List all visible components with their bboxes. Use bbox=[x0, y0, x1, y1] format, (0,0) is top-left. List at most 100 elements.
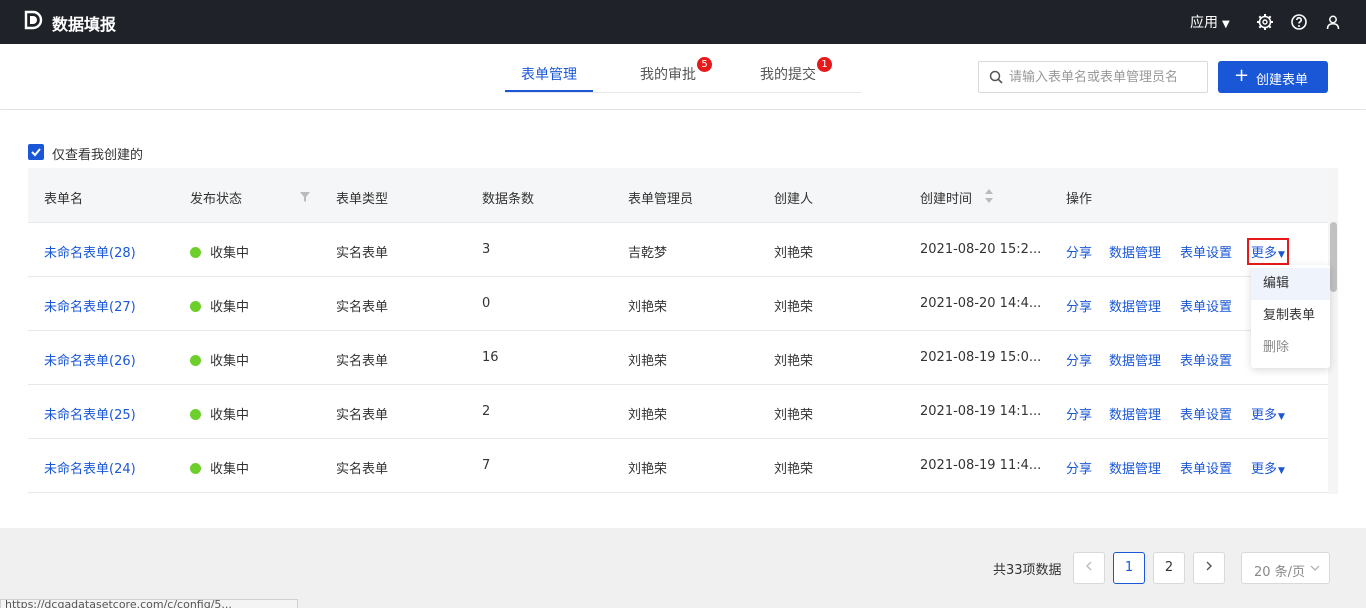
page-size-select[interactable]: 20 条/页 bbox=[1241, 552, 1330, 584]
column-header-creator: 创建人 bbox=[774, 192, 814, 207]
status-text: 收集中 bbox=[210, 300, 250, 315]
type-cell: 实名表单 bbox=[336, 408, 389, 423]
created-time-cell: 2021-08-19 11:4... bbox=[920, 458, 1042, 473]
admin-cell: 刘艳荣 bbox=[628, 354, 668, 369]
sort-icon[interactable] bbox=[984, 188, 994, 204]
status-dot-icon bbox=[190, 355, 201, 366]
count-cell: 16 bbox=[482, 350, 499, 365]
type-cell: 实名表单 bbox=[336, 300, 389, 315]
status-dot-icon bbox=[190, 247, 201, 258]
column-header-actions: 操作 bbox=[1066, 192, 1093, 207]
form-name-link[interactable]: 未命名表单(25) bbox=[44, 404, 136, 423]
data-manage-link[interactable]: 数据管理 bbox=[1109, 458, 1161, 477]
share-link[interactable]: 分享 bbox=[1066, 350, 1092, 369]
status-dot-icon bbox=[190, 409, 201, 420]
form-settings-link[interactable]: 表单设置 bbox=[1180, 350, 1232, 369]
chevron-left-icon bbox=[1086, 561, 1092, 571]
next-page-button[interactable] bbox=[1193, 552, 1225, 584]
status-dot-icon bbox=[190, 463, 201, 474]
more-label: 更多 bbox=[1251, 462, 1278, 477]
more-dropdown-trigger[interactable]: 更多▼ bbox=[1251, 404, 1285, 423]
status-text: 收集中 bbox=[210, 462, 250, 477]
admin-cell: 刘艳荣 bbox=[628, 462, 668, 477]
data-manage-link[interactable]: 数据管理 bbox=[1109, 242, 1161, 261]
form-name-link[interactable]: 未命名表单(24) bbox=[44, 458, 136, 477]
table-row: 未命名表单(27) 收集中 实名表单 0 刘艳荣 刘艳荣 2021-08-20 … bbox=[28, 277, 1328, 331]
form-name-link[interactable]: 未命名表单(26) bbox=[44, 350, 136, 369]
data-manage-link[interactable]: 数据管理 bbox=[1109, 296, 1161, 315]
approvals-count-badge: 5 bbox=[697, 57, 712, 72]
menu-item-delete[interactable]: 删除 bbox=[1251, 332, 1330, 364]
more-actions-menu: 编辑 复制表单 删除 bbox=[1251, 265, 1330, 368]
prev-page-button[interactable] bbox=[1073, 552, 1105, 584]
page-button-2[interactable]: 2 bbox=[1153, 552, 1185, 584]
table-row: 未命名表单(28) 收集中 实名表单 3 吉乾梦 刘艳荣 2021-08-20 … bbox=[28, 223, 1328, 277]
tab-my-approvals[interactable]: 我的审批 bbox=[640, 64, 696, 84]
table-row: 未命名表单(24) 收集中 实名表单 7 刘艳荣 刘艳荣 2021-08-19 … bbox=[28, 439, 1328, 493]
status-cell: 收集中 bbox=[190, 458, 249, 477]
status-text: 收集中 bbox=[210, 408, 250, 423]
status-cell: 收集中 bbox=[190, 242, 249, 261]
status-cell: 收集中 bbox=[190, 350, 249, 369]
data-manage-link[interactable]: 数据管理 bbox=[1109, 350, 1161, 369]
only-mine-checkbox[interactable] bbox=[28, 144, 44, 160]
chevron-down-icon bbox=[1310, 565, 1320, 571]
table-scrollbar-thumb[interactable] bbox=[1330, 222, 1337, 292]
type-cell: 实名表单 bbox=[336, 246, 389, 261]
tab-form-management[interactable]: 表单管理 bbox=[521, 64, 577, 84]
search-box[interactable] bbox=[978, 61, 1208, 93]
data-manage-link[interactable]: 数据管理 bbox=[1109, 404, 1161, 423]
main-panel: 仅查看我创建的 表单名 发布状态 表单类型 数据条数 表单管理员 创建人 创建时… bbox=[0, 110, 1366, 528]
filter-icon[interactable] bbox=[300, 192, 310, 202]
active-tab-indicator bbox=[505, 90, 593, 92]
settings-gear-icon[interactable] bbox=[1256, 13, 1274, 31]
column-header-type: 表单类型 bbox=[336, 192, 389, 207]
share-link[interactable]: 分享 bbox=[1066, 404, 1092, 423]
menu-item-edit[interactable]: 编辑 bbox=[1251, 268, 1330, 300]
admin-cell: 刘艳荣 bbox=[628, 408, 668, 423]
creator-cell: 刘艳荣 bbox=[774, 300, 814, 315]
more-label: 更多 bbox=[1251, 408, 1278, 423]
only-mine-label: 仅查看我创建的 bbox=[52, 148, 144, 163]
apps-menu[interactable]: 应用 ▼ bbox=[1190, 12, 1230, 32]
form-settings-link[interactable]: 表单设置 bbox=[1180, 404, 1232, 423]
app-logo-icon bbox=[24, 10, 43, 30]
table-header: 表单名 发布状态 表单类型 数据条数 表单管理员 创建人 创建时间 操作 bbox=[28, 168, 1338, 223]
count-cell: 2 bbox=[482, 404, 491, 419]
created-time-cell: 2021-08-20 15:2... bbox=[920, 242, 1042, 257]
count-cell: 0 bbox=[482, 296, 491, 311]
table-row: 未命名表单(25) 收集中 实名表单 2 刘艳荣 刘艳荣 2021-08-19 … bbox=[28, 385, 1328, 439]
type-cell: 实名表单 bbox=[336, 354, 389, 369]
chevron-right-icon bbox=[1206, 561, 1212, 571]
column-header-status: 发布状态 bbox=[190, 192, 243, 207]
share-link[interactable]: 分享 bbox=[1066, 242, 1092, 261]
column-header-name: 表单名 bbox=[44, 192, 84, 207]
form-settings-link[interactable]: 表单设置 bbox=[1180, 296, 1232, 315]
create-form-button[interactable]: + 创建表单 bbox=[1218, 61, 1328, 93]
user-icon[interactable] bbox=[1324, 13, 1342, 31]
share-link[interactable]: 分享 bbox=[1066, 296, 1092, 315]
form-name-link[interactable]: 未命名表单(28) bbox=[44, 242, 136, 261]
page-size-value: 20 条/页 bbox=[1254, 565, 1306, 580]
count-cell: 7 bbox=[482, 458, 491, 473]
more-dropdown-trigger[interactable]: 更多▼ bbox=[1247, 238, 1289, 265]
search-input[interactable] bbox=[1009, 68, 1199, 86]
page-button-1[interactable]: 1 bbox=[1113, 552, 1145, 584]
sub-header: 表单管理 我的审批 5 我的提交 1 + 创建表单 bbox=[0, 44, 1366, 109]
pagination-total: 共33项数据 bbox=[993, 563, 1062, 578]
app-title: 数据填报 bbox=[52, 15, 117, 34]
browser-status-url: https://dcqadatasetcore.com/c/config/5..… bbox=[0, 599, 298, 608]
column-header-admin: 表单管理员 bbox=[628, 192, 694, 207]
caret-down-icon: ▼ bbox=[1278, 250, 1285, 260]
form-name-link[interactable]: 未命名表单(27) bbox=[44, 296, 136, 315]
menu-item-copy-form[interactable]: 复制表单 bbox=[1251, 300, 1330, 332]
form-settings-link[interactable]: 表单设置 bbox=[1180, 458, 1232, 477]
tab-my-submissions[interactable]: 我的提交 bbox=[760, 64, 816, 84]
created-time-cell: 2021-08-19 15:0... bbox=[920, 350, 1042, 365]
share-link[interactable]: 分享 bbox=[1066, 458, 1092, 477]
more-dropdown-trigger[interactable]: 更多▼ bbox=[1251, 458, 1285, 477]
form-settings-link[interactable]: 表单设置 bbox=[1180, 242, 1232, 261]
caret-down-icon: ▼ bbox=[1222, 19, 1230, 30]
creator-cell: 刘艳荣 bbox=[774, 408, 814, 423]
help-icon[interactable] bbox=[1290, 13, 1308, 31]
